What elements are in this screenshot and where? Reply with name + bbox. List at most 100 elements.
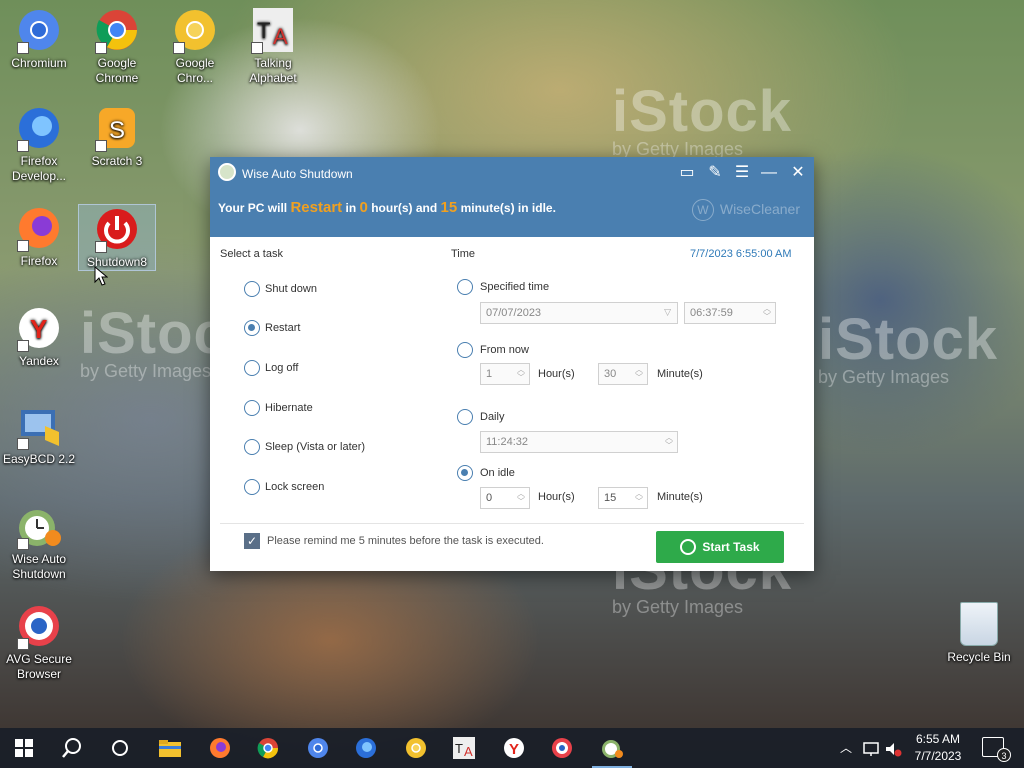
feedback-icon[interactable]: ▭: [675, 163, 699, 183]
spinner-arrows-icon[interactable]: ︿ ﹀: [634, 490, 644, 506]
svg-text:S: S: [109, 117, 125, 144]
desktop-icon-shutdown8[interactable]: Shutdown8: [78, 204, 156, 271]
radio-button[interactable]: [244, 479, 260, 495]
desktop-icon-label: Google Chro...: [175, 56, 215, 85]
on-idle-hours-value: 0: [486, 492, 493, 504]
minimize-button[interactable]: —: [757, 163, 781, 183]
desktop-icon-easybcd[interactable]: EasyBCD 2.2: [0, 402, 78, 467]
on-idle-label: On idle: [480, 467, 515, 479]
from-now-hours-stepper[interactable]: 1 ︿ ﹀: [480, 363, 530, 385]
from-now-radio[interactable]: [457, 342, 473, 358]
chrome-canary-icon[interactable]: [392, 732, 440, 764]
network-icon[interactable]: [862, 728, 880, 768]
windows-start-icon[interactable]: [0, 732, 48, 764]
start-task-button[interactable]: Start Task: [656, 531, 784, 563]
task-label: Log off: [265, 362, 299, 374]
notification-center-icon[interactable]: 3: [982, 737, 1011, 762]
specified-date-picker[interactable]: 07/07/2023 ▽: [480, 302, 678, 324]
brand-logo: W WiseCleaner: [691, 199, 800, 221]
task-view-icon[interactable]: [96, 732, 144, 764]
chevron-down-icon: ▽: [664, 307, 671, 317]
desktop-icon-label: Chromium: [11, 56, 67, 70]
close-button[interactable]: ✕: [786, 163, 810, 183]
desktop-icon-google-chrome-canary[interactable]: Google Chro...: [156, 6, 234, 86]
menu-icon[interactable]: ☰: [730, 163, 754, 183]
current-datetime: 7/7/2023 6:55:00 AM: [690, 248, 792, 260]
spinner-arrows-icon[interactable]: ︿ ﹀: [516, 490, 526, 506]
recycle-bin-icon: [960, 602, 998, 646]
chrome-canary-icon: [171, 6, 219, 54]
from-now-minutes-value: 30: [604, 368, 617, 380]
easybcd-icon: [15, 402, 63, 450]
desktop-icon-label: Yandex: [19, 354, 59, 368]
desktop-icon-recycle-bin[interactable]: Recycle Bin: [940, 602, 1018, 665]
daily-radio[interactable]: [457, 409, 473, 425]
svg-text:T: T: [257, 18, 270, 43]
firefox-icon[interactable]: [196, 732, 244, 764]
from-now-hours-unit: Hour(s): [538, 368, 575, 380]
desktop-icon-label: Google Chrome: [95, 56, 139, 85]
window-header: Wise Auto Shutdown ▭ ✎ ☰ — ✕ Your PC wil…: [210, 157, 814, 237]
desktop-icon-talking-alphabet[interactable]: TA Talking Alphabet: [234, 6, 312, 86]
desktop-icon-wise-auto-shutdown[interactable]: Wise Auto Shutdown: [0, 502, 78, 582]
firefox-icon: [15, 204, 63, 252]
talking-alphabet-icon[interactable]: TA: [440, 732, 488, 764]
clock-date: 7/7/2023: [914, 749, 962, 763]
desktop-icon-avg-secure-browser[interactable]: AVG Secure Browser: [0, 602, 78, 682]
on-idle-minutes-stepper[interactable]: 15 ︿ ﹀: [598, 487, 648, 509]
firefox-developer-icon[interactable]: [342, 732, 390, 764]
mouse-cursor-icon: [94, 266, 108, 286]
from-now-minutes-unit: Minute(s): [657, 368, 703, 380]
desktop-icon-chromium[interactable]: Chromium: [0, 6, 78, 71]
radio-button[interactable]: [244, 281, 260, 297]
desktop-icon-firefox[interactable]: Firefox: [0, 204, 78, 269]
taskbar-clock[interactable]: 6:55 AM 7/7/2023: [900, 731, 976, 765]
daily-time-stepper[interactable]: 11:24:32 ︿ ﹀: [480, 431, 678, 453]
radio-button[interactable]: [244, 320, 260, 336]
edit-icon[interactable]: ✎: [703, 163, 727, 183]
desktop-icon-firefox-developer[interactable]: Firefox Develop...: [0, 104, 78, 184]
on-idle-radio[interactable]: [457, 465, 473, 481]
window-title: Wise Auto Shutdown: [242, 167, 353, 181]
remind-checkbox[interactable]: ✓: [244, 533, 260, 549]
from-now-minutes-stepper[interactable]: 30 ︿ ﹀: [598, 363, 648, 385]
radio-button[interactable]: [244, 439, 260, 455]
time-header: Time: [451, 248, 476, 260]
file-explorer-icon[interactable]: [146, 732, 194, 764]
watermark: iStockby Getty Images: [818, 307, 999, 387]
chrome-icon[interactable]: [244, 732, 292, 764]
spinner-arrows-icon[interactable]: ︿ ﹀: [634, 366, 644, 382]
task-label: Restart: [265, 322, 301, 334]
radio-button[interactable]: [244, 400, 260, 416]
notification-count-badge: 3: [997, 748, 1011, 762]
desktop-icon-google-chrome[interactable]: Google Chrome: [78, 6, 156, 86]
spinner-arrows-icon[interactable]: ︿ ﹀: [664, 434, 674, 450]
search-icon[interactable]: [48, 732, 96, 764]
chevron-up-icon[interactable]: ︿: [840, 728, 852, 768]
specified-time-stepper[interactable]: 06:37:59 ︿ ﹀: [684, 302, 776, 324]
avg-browser-icon[interactable]: [538, 732, 586, 764]
task-label: Sleep (Vista or later): [265, 441, 366, 453]
spinner-arrows-icon[interactable]: ︿ ﹀: [762, 305, 772, 321]
svg-text:A: A: [464, 744, 473, 759]
svg-text:Y: Y: [30, 314, 47, 344]
divider: [220, 523, 804, 524]
on-idle-hours-stepper[interactable]: 0 ︿ ﹀: [480, 487, 530, 509]
spinner-arrows-icon[interactable]: ︿ ﹀: [516, 366, 526, 382]
radio-button[interactable]: [244, 360, 260, 376]
svg-text:Y: Y: [509, 741, 519, 758]
desktop-icon-scratch[interactable]: S Scratch 3: [78, 104, 156, 169]
on-idle-minutes-unit: Minute(s): [657, 491, 703, 503]
from-now-label: From now: [480, 344, 529, 356]
specified-time-radio[interactable]: [457, 279, 473, 295]
scratch-icon: S: [93, 104, 141, 152]
desktop-icon-label: Firefox: [20, 254, 58, 268]
power-icon: [93, 205, 141, 253]
chromium-icon[interactable]: [294, 732, 342, 764]
desktop-icon-label: EasyBCD 2.2: [2, 452, 76, 466]
status-message: Your PC will Restart in 0 hour(s) and 15…: [218, 199, 556, 216]
svg-text:A: A: [273, 24, 288, 49]
wise-auto-shutdown-icon[interactable]: [588, 732, 636, 768]
yandex-icon[interactable]: Y: [490, 732, 538, 764]
desktop-icon-yandex[interactable]: Y Yandex: [0, 304, 78, 369]
